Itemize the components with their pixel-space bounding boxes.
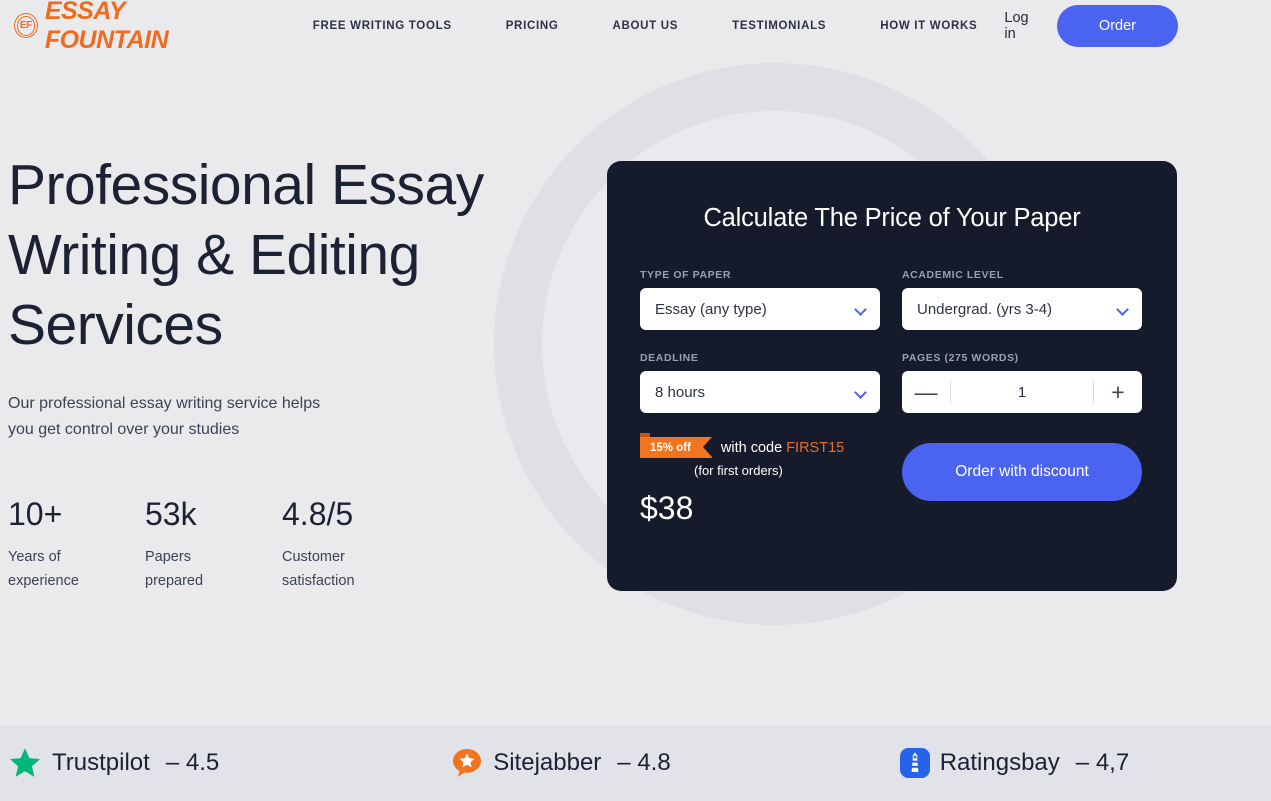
nav-item-pricing[interactable]: PRICING (479, 20, 586, 32)
promo-note: (for first orders) (694, 463, 783, 478)
review-dash: – (1075, 749, 1090, 776)
promo-and-cta-row: 15% off with code FIRST15 (for first ord… (640, 433, 1144, 527)
stat-label: Papers prepared (145, 545, 282, 593)
stat-item: 10+ Years of experience (8, 495, 145, 593)
hero-title-line-2: Writing & Editing (8, 223, 420, 287)
type-of-paper-label: TYPE OF PAPER (640, 269, 732, 281)
stats-row: 10+ Years of experience 53k Papers prepa… (8, 495, 548, 593)
promo-block: 15% off with code FIRST15 (for first ord… (640, 433, 902, 527)
stat-label-line-1: Customer (282, 549, 345, 565)
hero-title-line-1: Professional Essay (8, 153, 484, 217)
review-name: Trustpilot (52, 749, 150, 776)
review-score-value: 4.5 (185, 749, 220, 776)
chevron-down-icon (1118, 304, 1129, 315)
review-ratingsbay[interactable]: Ratingsbay – 4,7 (899, 748, 1129, 778)
pages-increment-button[interactable]: + (1094, 371, 1142, 413)
field-pages: PAGES (275 WORDS) — 1 + (902, 352, 1142, 413)
review-score: – 4.5 (166, 749, 219, 777)
review-score: – 4.8 (617, 749, 670, 777)
pages-decrement-button[interactable]: — (902, 371, 950, 413)
pages-label: PAGES (275 WORDS) (902, 352, 1019, 364)
promo-code: FIRST15 (786, 439, 845, 456)
hero-subtitle-line-1: Our professional essay writing service h… (8, 395, 321, 412)
ratingsbay-lighthouse-icon (899, 748, 930, 778)
cta-block: Order with discount (902, 437, 1144, 527)
field-academic-level: ACADEMIC LEVEL Undergrad. (yrs 3-4) (902, 269, 1142, 330)
page-title: Professional Essay Writing & Editing Ser… (8, 150, 548, 360)
logo-badge-text: EF (19, 20, 32, 31)
deadline-label: DEADLINE (640, 352, 699, 364)
nav-item-testimonials[interactable]: TESTIMONIALS (705, 20, 853, 32)
calculator-title: Calculate The Price of Your Paper (703, 204, 1081, 232)
nav-item-free-writing-tools[interactable]: FREE WRITING TOOLS (286, 20, 479, 32)
pages-value[interactable]: 1 (951, 384, 1093, 401)
calculator-fields: TYPE OF PAPER Essay (any type) ACADEMIC … (640, 269, 1144, 413)
review-dash: – (165, 749, 180, 776)
stat-value: 53k (145, 496, 197, 532)
review-trustpilot[interactable]: Trustpilot – 4.5 (8, 746, 219, 780)
hero-content: Professional Essay Writing & Editing Ser… (8, 150, 548, 593)
hero-subtitle: Our professional essay writing service h… (8, 391, 378, 443)
order-with-discount-button[interactable]: Order with discount (902, 443, 1142, 501)
review-score: – 4,7 (1076, 749, 1129, 777)
trustpilot-star-icon (8, 746, 42, 780)
chevron-down-icon (856, 304, 867, 315)
chevron-down-icon (856, 387, 867, 398)
stat-value: 4.8/5 (282, 496, 354, 532)
review-sitejabber[interactable]: Sitejabber – 4.8 (451, 747, 671, 779)
ef-monogram-icon: EF (14, 13, 38, 38)
promo-line: 15% off with code FIRST15 (640, 433, 902, 458)
type-of-paper-select[interactable]: Essay (any type) (640, 288, 880, 330)
stat-label: Years of experience (8, 545, 145, 593)
stat-label-line-2: experience (8, 573, 79, 589)
site-header: EF ESSAY FOUNTAIN FREE WRITING TOOLS PRI… (0, 0, 1271, 54)
nav-item-how-it-works[interactable]: HOW IT WORKS (853, 20, 1004, 32)
field-type-of-paper: TYPE OF PAPER Essay (any type) (640, 269, 880, 330)
field-deadline: DEADLINE 8 hours (640, 352, 880, 413)
stat-value: 10+ (8, 496, 63, 532)
order-button[interactable]: Order (1056, 4, 1178, 47)
review-score-value: 4,7 (1095, 749, 1130, 776)
sitejabber-bubble-star-icon (451, 747, 483, 779)
stat-label-line-1: Papers (145, 549, 191, 565)
academic-level-label: ACADEMIC LEVEL (902, 269, 1004, 281)
type-of-paper-value: Essay (any type) (655, 300, 767, 318)
review-name: Sitejabber (493, 749, 602, 776)
academic-level-value: Undergrad. (yrs 3-4) (917, 300, 1053, 318)
pages-stepper: — 1 + (902, 371, 1142, 413)
stat-item: 4.8/5 Customer satisfaction (282, 495, 419, 593)
deadline-select[interactable]: 8 hours (640, 371, 880, 413)
nav-item-about-us[interactable]: ABOUT US (586, 20, 706, 32)
calculated-price: $38 (640, 490, 694, 526)
stat-label: Customer satisfaction (282, 545, 419, 593)
main-navigation: FREE WRITING TOOLS PRICING ABOUT US TEST… (286, 20, 1005, 32)
review-name: Ratingsbay (939, 749, 1060, 776)
brand-logo[interactable]: EF ESSAY FOUNTAIN (14, 0, 244, 55)
reviews-bar: Trustpilot – 4.5 Sitejabber – 4.8 Rating… (0, 725, 1271, 801)
header-actions: Log in Order (1004, 4, 1178, 47)
landing-page: EF ESSAY FOUNTAIN FREE WRITING TOOLS PRI… (0, 0, 1271, 801)
stat-label-line-1: Years of (8, 549, 61, 565)
promo-with-code-label: with code (720, 439, 783, 456)
stat-label-line-2: prepared (145, 573, 204, 589)
stat-label-line-2: satisfaction (282, 573, 355, 589)
review-dash: – (617, 749, 631, 776)
academic-level-select[interactable]: Undergrad. (yrs 3-4) (902, 288, 1142, 330)
promo-code-text: with code FIRST15 (721, 440, 844, 456)
stat-item: 53k Papers prepared (145, 495, 282, 593)
hero-subtitle-line-2: you get control over your studies (8, 421, 240, 438)
review-score-value: 4.8 (637, 749, 671, 776)
brand-name: ESSAY FOUNTAIN (44, 0, 169, 54)
login-link[interactable]: Log in (1004, 10, 1035, 42)
discount-badge: 15% off (640, 433, 712, 458)
deadline-value: 8 hours (655, 383, 706, 401)
price-calculator-card: Calculate The Price of Your Paper TYPE O… (607, 161, 1177, 591)
hero-title-line-3: Services (8, 293, 223, 357)
